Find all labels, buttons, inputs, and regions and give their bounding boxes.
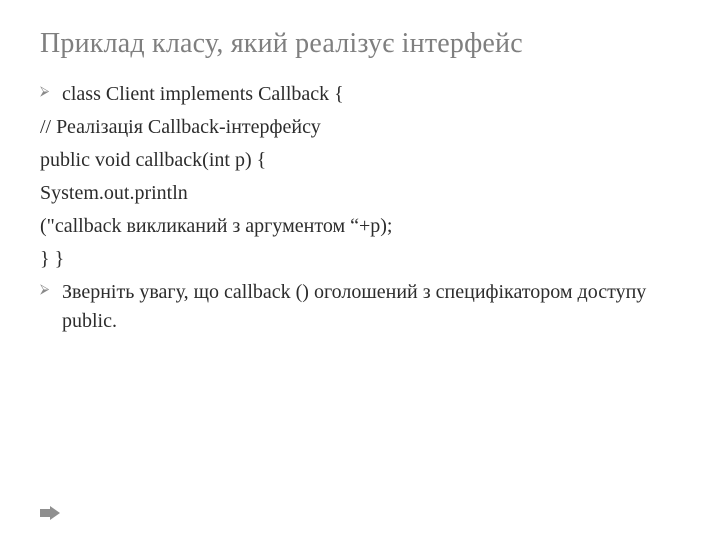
- bullet-icon: ⮚: [40, 82, 54, 100]
- bullet-icon: ⮚: [40, 280, 54, 298]
- slide-title: Приклад класу, який реалізує інтерфейс: [40, 28, 680, 60]
- code-line-1: ⮚ class Client implements Callback {: [40, 80, 680, 109]
- footer-arrow-icon: [40, 506, 60, 520]
- slide-body: ⮚ class Client implements Callback { // …: [40, 80, 680, 336]
- code-line-4: System.out.println: [40, 179, 680, 208]
- note-line: ⮚ Зверніть увагу, що callback () оголоше…: [40, 278, 680, 336]
- code-text: class Client implements Callback {: [62, 83, 344, 105]
- code-line-3: public void callback(int p) {: [40, 146, 680, 175]
- slide: Приклад класу, який реалізує інтерфейс ⮚…: [0, 0, 720, 540]
- code-line-5: ("callback викликаний з аргументом “+p);: [40, 212, 680, 241]
- code-line-6: } }: [40, 245, 680, 274]
- code-line-2: // Реалізація Callback-інтерфейсу: [40, 113, 680, 142]
- note-text: Зверніть увагу, що callback () оголошени…: [62, 281, 646, 332]
